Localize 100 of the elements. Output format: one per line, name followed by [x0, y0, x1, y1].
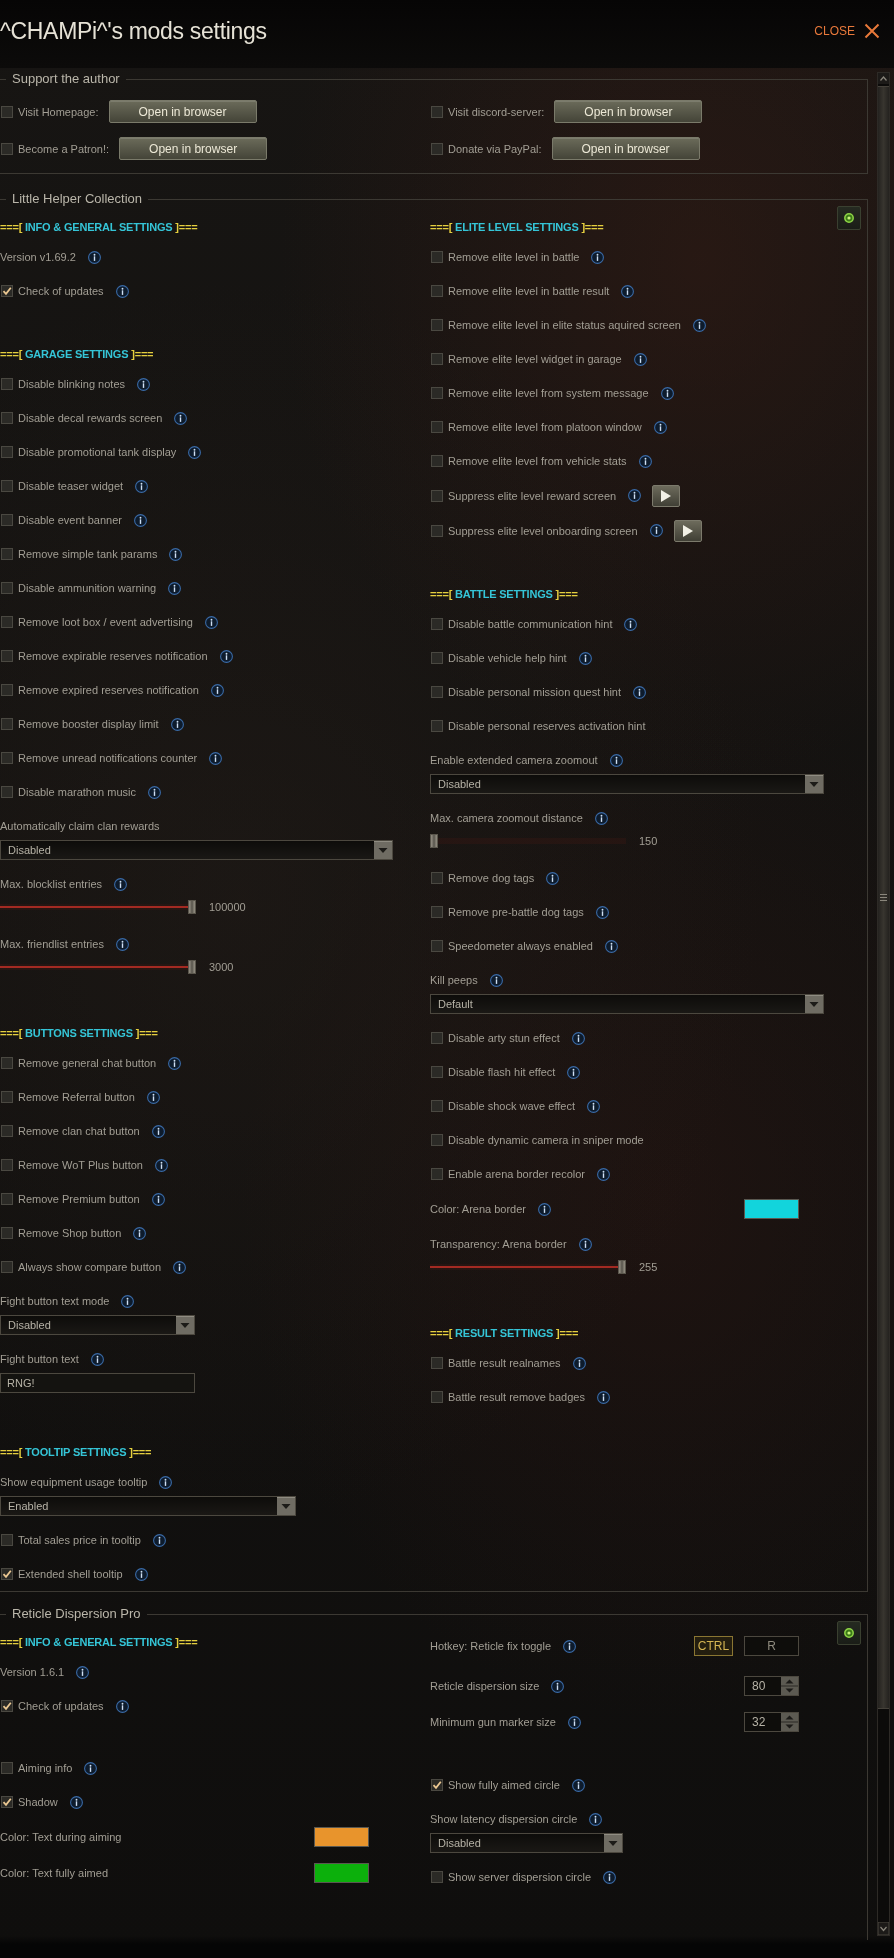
- checkbox[interactable]: [1, 1534, 13, 1546]
- setting-label: Kill peeps: [430, 973, 478, 987]
- dropdown[interactable]: Disabled: [430, 774, 824, 794]
- panel-title: Little Helper Collection: [11, 190, 144, 208]
- checkbox[interactable]: [431, 618, 443, 630]
- checkbox[interactable]: [1, 1261, 13, 1273]
- number-spinner[interactable]: 80: [744, 1676, 799, 1696]
- checkbox[interactable]: [1, 1159, 13, 1171]
- checkbox[interactable]: [431, 686, 443, 698]
- color-swatch[interactable]: [744, 1199, 799, 1219]
- key-field[interactable]: R: [744, 1636, 799, 1656]
- option-label: Total sales price in tooltip: [18, 1533, 141, 1547]
- checkbox[interactable]: [1, 142, 13, 155]
- close-button[interactable]: CLOSE: [814, 23, 880, 39]
- slider-thumb[interactable]: [430, 834, 438, 848]
- checkbox[interactable]: [431, 142, 443, 155]
- checkbox[interactable]: [1, 1057, 13, 1069]
- checkbox[interactable]: [431, 353, 443, 365]
- checkbox[interactable]: [431, 524, 443, 537]
- checkbox[interactable]: [431, 940, 443, 952]
- checkbox[interactable]: [431, 1066, 443, 1078]
- checkbox[interactable]: [431, 1032, 443, 1044]
- number-spinner[interactable]: 32: [744, 1712, 799, 1732]
- checkbox[interactable]: [1, 786, 13, 798]
- checkbox[interactable]: [1, 1091, 13, 1103]
- checkbox[interactable]: [431, 1100, 443, 1112]
- scroll-up-icon[interactable]: [878, 73, 889, 84]
- collapse-button[interactable]: [837, 1621, 861, 1645]
- play-button[interactable]: [652, 484, 681, 507]
- option-label: Remove elite level in battle result: [448, 284, 610, 298]
- checkbox[interactable]: [431, 421, 443, 433]
- slider-thumb[interactable]: [188, 960, 196, 974]
- checkbox[interactable]: [1, 480, 13, 492]
- checkbox[interactable]: [1, 548, 13, 560]
- checkbox[interactable]: [1, 1227, 13, 1239]
- checkbox[interactable]: [1, 616, 13, 628]
- checkbox[interactable]: [1, 412, 13, 424]
- checkbox[interactable]: [1, 752, 13, 764]
- dropdown[interactable]: Disabled: [0, 1315, 195, 1335]
- setting-label: Fight button text: [0, 1352, 79, 1366]
- checkbox[interactable]: [431, 319, 443, 331]
- dropdown[interactable]: Enabled: [0, 1496, 296, 1516]
- checkbox[interactable]: [431, 387, 443, 399]
- checkbox[interactable]: [431, 1357, 443, 1369]
- option-label: Remove elite level widget in garage: [448, 352, 622, 366]
- checkbox[interactable]: [1, 718, 13, 730]
- checkbox[interactable]: [431, 720, 443, 732]
- checkbox[interactable]: [1, 1193, 13, 1205]
- checkbox[interactable]: [431, 1391, 443, 1403]
- open-in-browser-button[interactable]: Open in browser: [108, 100, 257, 123]
- checkbox[interactable]: [431, 251, 443, 263]
- option-label: Remove Referral button: [18, 1090, 135, 1104]
- play-button[interactable]: [673, 519, 702, 542]
- option-label: Remove expirable reserves notification: [18, 649, 208, 663]
- checkbox[interactable]: [1, 514, 13, 526]
- checkbox[interactable]: [1, 684, 13, 696]
- checkbox[interactable]: [431, 1134, 443, 1146]
- checkbox[interactable]: [1, 285, 13, 297]
- checkbox[interactable]: [431, 906, 443, 918]
- checkbox[interactable]: [1, 1796, 13, 1808]
- version-text: Version v1.69.2: [0, 250, 76, 264]
- checkbox[interactable]: [1, 1700, 13, 1712]
- option-label: Remove expired reserves notification: [18, 683, 199, 697]
- open-in-browser-button[interactable]: Open in browser: [551, 137, 700, 160]
- collapse-button[interactable]: [837, 206, 861, 230]
- checkbox[interactable]: [1, 650, 13, 662]
- open-in-browser-button[interactable]: Open in browser: [119, 137, 268, 160]
- checkbox[interactable]: [1, 446, 13, 458]
- checkbox[interactable]: [1, 582, 13, 594]
- checkbox[interactable]: [1, 1568, 13, 1580]
- checkbox[interactable]: [431, 489, 443, 502]
- slider-thumb[interactable]: [618, 1260, 626, 1274]
- caret-icon: [176, 1316, 194, 1334]
- checkbox[interactable]: [431, 1871, 443, 1883]
- checkbox[interactable]: [431, 1779, 443, 1791]
- checkbox[interactable]: [1, 1125, 13, 1137]
- checkbox[interactable]: [431, 455, 443, 467]
- color-swatch[interactable]: [314, 1863, 369, 1883]
- scrollbar-thumb[interactable]: [878, 86, 889, 1709]
- checkbox[interactable]: [431, 652, 443, 664]
- slider-thumb[interactable]: [188, 900, 196, 914]
- text-field[interactable]: RNG!: [0, 1373, 195, 1393]
- dropdown[interactable]: Default: [430, 994, 824, 1014]
- checkbox[interactable]: [1, 1762, 13, 1774]
- checkbox[interactable]: [1, 378, 13, 390]
- checkbox[interactable]: [431, 872, 443, 884]
- checkbox[interactable]: [431, 105, 443, 118]
- color-swatch[interactable]: [314, 1827, 369, 1847]
- scroll-down-icon[interactable]: [878, 1922, 889, 1935]
- modifier-key[interactable]: CTRL: [694, 1636, 733, 1656]
- checkbox[interactable]: [431, 1168, 443, 1180]
- checkbox[interactable]: [431, 285, 443, 297]
- checkbox[interactable]: [1, 105, 13, 118]
- dropdown[interactable]: Disabled: [430, 1833, 623, 1853]
- open-in-browser-button[interactable]: Open in browser: [554, 100, 703, 123]
- dropdown[interactable]: Disabled: [0, 840, 393, 860]
- setting-label: Show equipment usage tooltip: [0, 1475, 148, 1489]
- caret-icon: [805, 995, 823, 1013]
- scrollbar[interactable]: [877, 72, 890, 1936]
- ring-icon: [844, 213, 854, 223]
